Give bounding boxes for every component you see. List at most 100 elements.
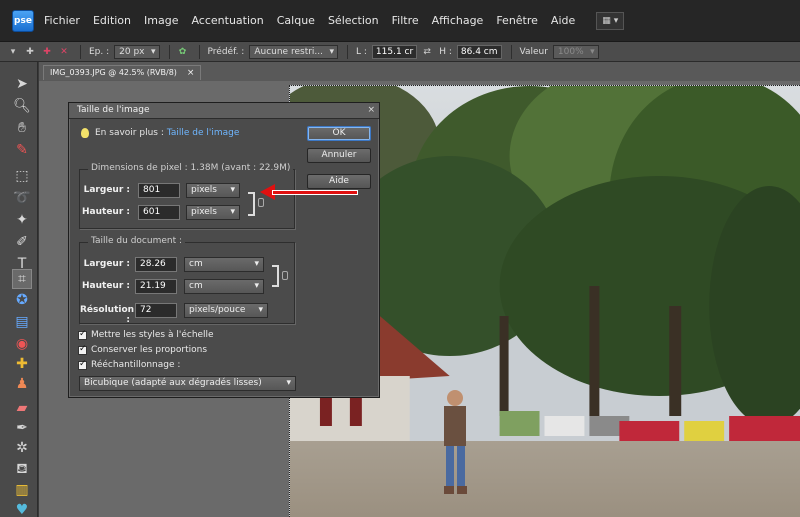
pixel-width-input[interactable]: 801 xyxy=(138,183,180,198)
tool-options-bar: ▾ ✚ ✚ ✕ Ep. : 20 px ✿ Prédéf. : Aucune r… xyxy=(0,42,800,62)
chevron-down-icon: ▾ xyxy=(258,305,263,315)
chevron-down-icon: ▾ xyxy=(254,281,259,291)
doc-height-unit: cm xyxy=(189,281,203,291)
resolution-input[interactable]: 72 xyxy=(135,303,177,318)
pixel-height-input[interactable]: 601 xyxy=(138,205,180,220)
quick-selection-tool-icon[interactable]: ✐ xyxy=(12,232,32,252)
doc-width-label: Largeur : xyxy=(83,259,130,269)
constrain-proportions-label: Conserver les proportions xyxy=(91,345,208,355)
scale-styles-checkbox[interactable] xyxy=(78,329,87,340)
cookie-cutter-tool-icon[interactable]: ✪ xyxy=(12,290,32,310)
menu-selection[interactable]: Sélection xyxy=(328,14,379,27)
menu-fichier[interactable]: Fichier xyxy=(44,14,80,27)
resample-checkbox[interactable] xyxy=(78,359,87,370)
pixel-width-label: Largeur : xyxy=(83,185,130,195)
resample-checkbox-row[interactable]: Rééchantillonnage : xyxy=(78,359,180,370)
menu-filtre[interactable]: Filtre xyxy=(392,14,419,27)
height-input[interactable]: 86.4 cm xyxy=(456,44,502,59)
zoom-tool-icon[interactable]: 🔍︎ xyxy=(12,96,32,116)
preset-select[interactable]: Aucune restri... xyxy=(249,44,338,59)
width-input[interactable]: 115.1 cr xyxy=(371,44,418,59)
shape-tool-icon[interactable]: ♥ xyxy=(12,500,32,517)
separator xyxy=(347,44,348,59)
brush-tool-icon[interactable]: ✒ xyxy=(12,418,32,438)
doc-width-input[interactable]: 28.26 xyxy=(135,257,177,272)
gradient-tool-icon[interactable]: ▥ xyxy=(12,480,32,500)
magic-wand-tool-icon[interactable]: ✦ xyxy=(12,210,32,230)
smart-brush-tool-icon[interactable]: ✲ xyxy=(12,438,32,458)
doc-height-input[interactable]: 21.19 xyxy=(135,279,177,294)
pixel-width-unit-select[interactable]: pixels ▾ xyxy=(186,183,240,198)
straighten-tool-icon[interactable]: ▤ xyxy=(12,312,32,332)
scale-styles-checkbox-row[interactable]: Mettre les styles à l'échelle xyxy=(78,329,214,340)
pixel-height-label: Hauteur : xyxy=(82,207,130,217)
eraser-tool-icon[interactable]: ▰ xyxy=(12,398,32,418)
crop-tool-icon[interactable]: ⌗ xyxy=(12,269,32,289)
close-icon[interactable]: × xyxy=(187,66,195,80)
document-size-title: Taille du document : xyxy=(88,236,186,246)
photo-person xyxy=(444,390,467,494)
chevron-down-icon: ▾ xyxy=(230,207,235,217)
annotation-arrow-line xyxy=(273,191,357,194)
document-tab[interactable]: IMG_0393.JPG @ 42.5% (RVB/8) × xyxy=(43,65,202,80)
resolution-unit-select[interactable]: pixels/pouce ▾ xyxy=(184,303,268,318)
pixel-dimensions-title: Dimensions de pixel : 1.38M (avant : 22.… xyxy=(88,163,294,173)
paint-bucket-tool-icon[interactable]: ⛾ xyxy=(12,460,32,480)
menu-aide[interactable]: Aide xyxy=(551,14,575,27)
value-label: Valeur xyxy=(519,46,548,57)
pixel-width-unit: pixels xyxy=(191,185,217,195)
value-select[interactable]: 100% xyxy=(552,44,599,59)
close-icon[interactable]: × xyxy=(367,103,375,118)
doc-width-unit: cm xyxy=(189,259,203,269)
pixel-height-unit-select[interactable]: pixels ▾ xyxy=(186,205,240,220)
refine-icon[interactable]: ✿ xyxy=(176,45,190,59)
brush-mode-new-icon[interactable]: ✚ xyxy=(23,45,37,59)
menu-image[interactable]: Image xyxy=(144,14,178,27)
ok-button[interactable]: OK xyxy=(307,126,371,141)
brush-mode-add-icon[interactable]: ✚ xyxy=(40,45,54,59)
pixel-height-unit: pixels xyxy=(191,207,217,217)
menu-bar: pse Fichier Edition Image Accentuation C… xyxy=(0,0,800,42)
scale-styles-label: Mettre les styles à l'échelle xyxy=(91,330,214,340)
brush-mode-subtract-icon[interactable]: ✕ xyxy=(57,45,71,59)
healing-brush-tool-icon[interactable]: ✚ xyxy=(12,354,32,374)
learn-more-label: En savoir plus : xyxy=(95,128,164,138)
dialog-title-bar[interactable]: Taille de l'image × xyxy=(69,103,379,119)
menu-fenetre[interactable]: Fenêtre xyxy=(496,14,538,27)
swap-dimensions-icon[interactable]: ⇄ xyxy=(420,45,434,59)
chevron-down-icon: ▾ xyxy=(230,185,235,195)
resample-method-select[interactable]: Bicubique (adapté aux dégradés lisses) ▾ xyxy=(79,376,296,391)
red-eye-tool-icon[interactable]: ◉ xyxy=(12,334,32,354)
width-label: L : xyxy=(356,46,367,57)
help-button[interactable]: Aide xyxy=(307,174,371,189)
menu-edition[interactable]: Edition xyxy=(93,14,131,27)
hand-tool-icon[interactable]: ✋︎ xyxy=(12,118,32,138)
constrain-proportions-checkbox[interactable] xyxy=(78,344,87,355)
doc-width-unit-select[interactable]: cm ▾ xyxy=(184,257,264,272)
separator xyxy=(80,44,81,59)
eyedropper-tool-icon[interactable]: ✎ xyxy=(12,140,32,160)
menu-accentuation[interactable]: Accentuation xyxy=(191,14,263,27)
doc-height-label: Hauteur : xyxy=(82,281,130,291)
app-logo[interactable]: pse xyxy=(12,9,34,32)
doc-height-unit-select[interactable]: cm ▾ xyxy=(184,279,264,294)
menu-affichage[interactable]: Affichage xyxy=(432,14,484,27)
menu-calque[interactable]: Calque xyxy=(277,14,315,27)
learn-more-link[interactable]: Taille de l'image xyxy=(167,128,240,138)
marquee-tool-icon[interactable]: ⬚ xyxy=(12,166,32,186)
document-tab-title: IMG_0393.JPG @ 42.5% (RVB/8) xyxy=(50,68,177,77)
separator xyxy=(510,44,512,59)
preset-label: Prédéf. : xyxy=(207,46,245,57)
constrain-bracket xyxy=(248,192,255,216)
move-tool-icon[interactable]: ➤ xyxy=(12,74,32,94)
tool-preset-dropdown-icon[interactable]: ▾ xyxy=(6,45,20,59)
brush-size-select[interactable]: 20 px xyxy=(114,44,160,59)
constrain-checkbox-row[interactable]: Conserver les proportions xyxy=(78,344,208,355)
chevron-down-icon: ▾ xyxy=(286,378,291,388)
clone-stamp-tool-icon[interactable]: ♟ xyxy=(12,374,32,394)
lasso-tool-icon[interactable]: ➰ xyxy=(12,188,32,208)
cancel-button[interactable]: Annuler xyxy=(307,148,371,163)
workspace-layout-button[interactable]: ▦ ▾ xyxy=(596,11,625,30)
chain-link-icon xyxy=(282,271,288,280)
brush-size-label: Ep. : xyxy=(89,46,110,57)
